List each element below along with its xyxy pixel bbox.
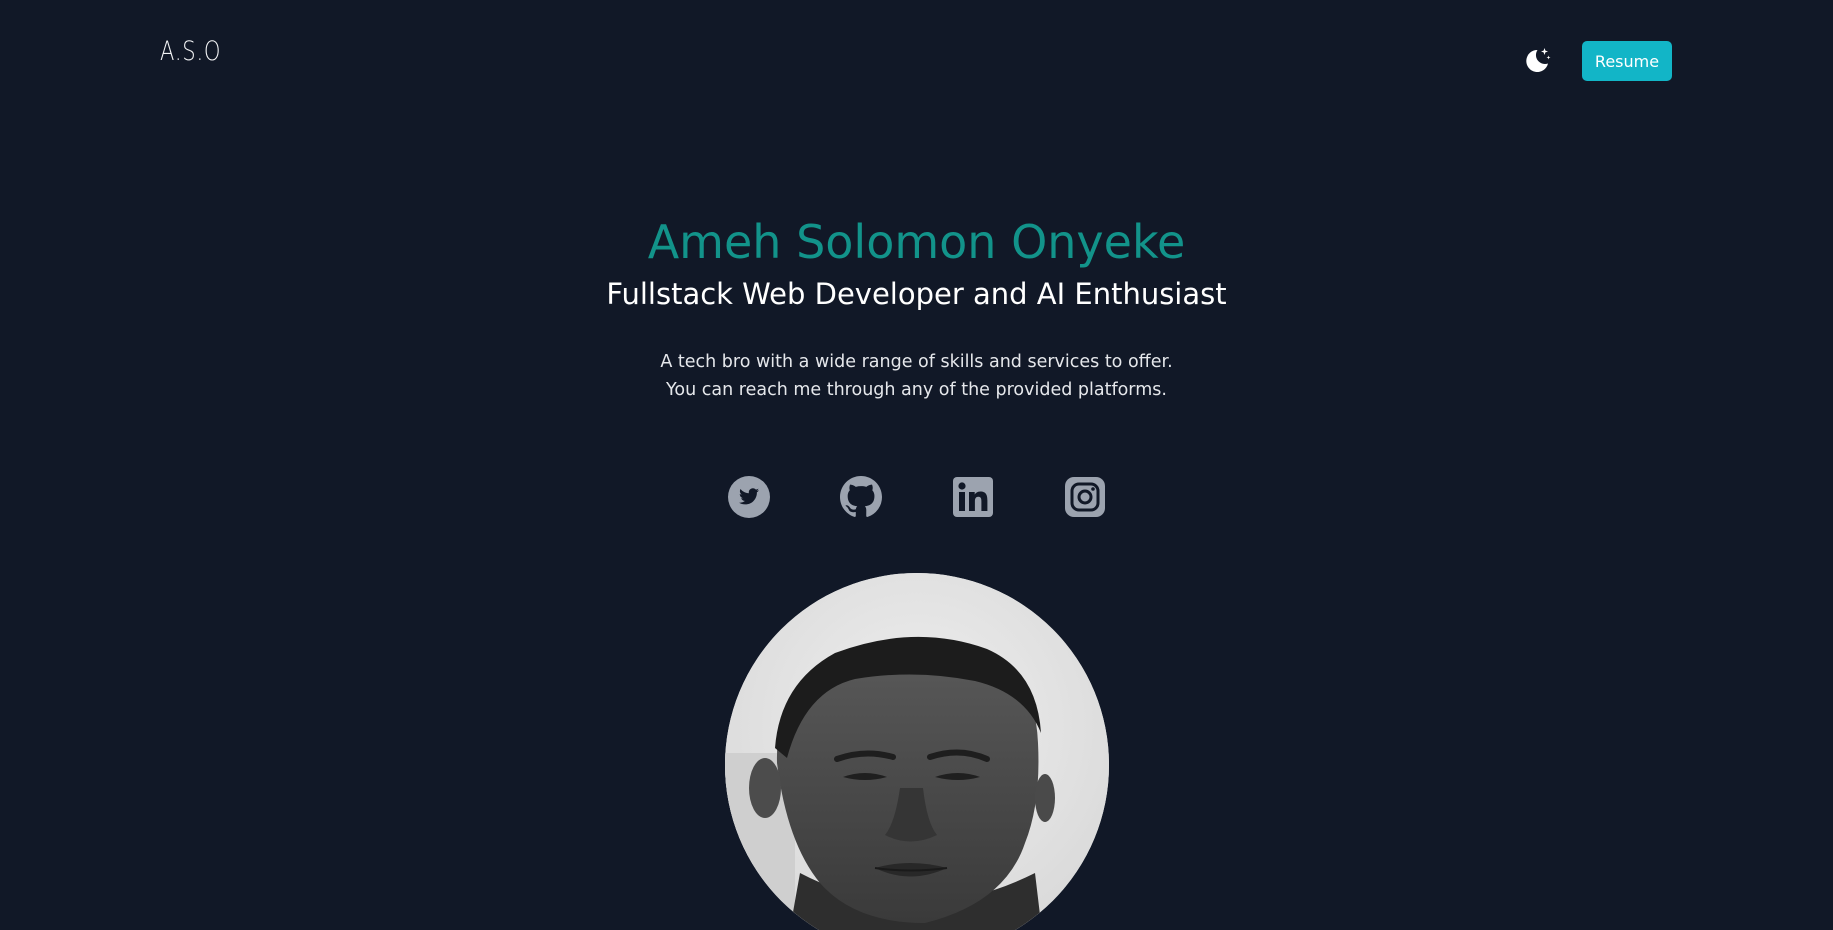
twitter-icon — [728, 476, 770, 518]
resume-button[interactable]: Resume — [1582, 41, 1672, 81]
social-links — [728, 476, 1106, 518]
profile-photo — [725, 573, 1109, 930]
theme-toggle-button[interactable] — [1521, 44, 1553, 76]
moon-sparkle-icon — [1526, 48, 1551, 72]
hero-name: Ameh Solomon Onyeke — [647, 215, 1186, 269]
instagram-link[interactable] — [1064, 476, 1106, 518]
github-link[interactable] — [840, 476, 882, 518]
linkedin-link[interactable] — [952, 476, 994, 518]
hero-title: Fullstack Web Developer and AI Enthusias… — [606, 277, 1227, 311]
page: A.S.O Resume Ameh Solomon Onyeke Fullsta… — [0, 0, 1833, 930]
profile-avatar — [725, 573, 1109, 930]
hero-description: A tech bro with a wide range of skills a… — [660, 352, 1173, 400]
twitter-link[interactable] — [728, 476, 770, 518]
instagram-icon — [1065, 477, 1105, 517]
linkedin-icon — [953, 477, 993, 517]
hero-section: Ameh Solomon Onyeke Fullstack Web Develo… — [0, 212, 1833, 404]
github-icon — [840, 476, 882, 517]
site-logo[interactable]: A.S.O — [160, 36, 221, 67]
